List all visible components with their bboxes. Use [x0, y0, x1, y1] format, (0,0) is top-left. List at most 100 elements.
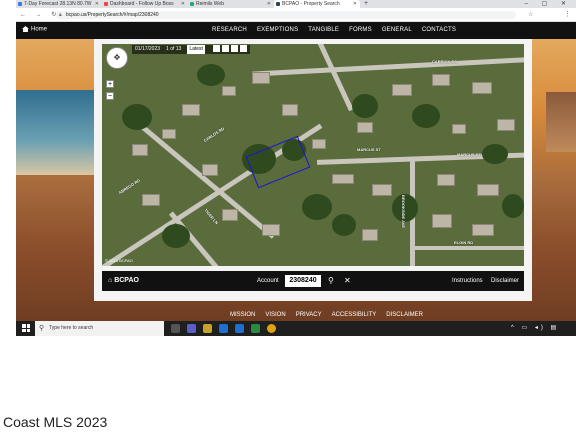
latest-dropdown[interactable]: Latest [187, 45, 205, 54]
tab-label: Dashboard - Follow Up Boss [110, 1, 174, 7]
disclaimer-link[interactable]: Disclaimer [491, 278, 519, 284]
close-tab-icon[interactable]: ✕ [267, 0, 271, 8]
taskbar-search[interactable]: ⚲ Type here to search [35, 321, 164, 336]
windows-taskbar: ⚲ Type here to search ^ ▭ ◂) ▤ [16, 321, 576, 336]
taskbar-search-placeholder: Type here to search [49, 325, 94, 331]
tree [302, 194, 332, 220]
menu-exemptions[interactable]: EXEMPTIONS [257, 27, 298, 33]
edge-icon[interactable] [235, 324, 244, 333]
zoom-in-button[interactable]: + [106, 80, 114, 88]
layers-icon[interactable] [212, 45, 220, 53]
url-field[interactable]: 🔒︎ bcpao.us/PropertySearch/#/map/2308240 [56, 11, 516, 19]
tree [332, 214, 356, 236]
house [392, 84, 412, 96]
bookmark-star-icon[interactable]: ☆ [528, 11, 533, 18]
house [477, 184, 499, 196]
menu-contacts[interactable]: CONTACTS [422, 27, 456, 33]
house [222, 209, 238, 221]
close-tab-icon[interactable]: ✕ [353, 0, 357, 8]
pan-compass-icon[interactable]: ✥ [106, 47, 128, 69]
house [432, 214, 452, 228]
tab-label: BCPAO - Property Search [282, 1, 340, 7]
imagery-date: 01/17/2023 [135, 46, 161, 52]
aerial-map[interactable]: CARRICK RD MARCUS ST MARCUS ST CARLOS RD… [102, 44, 524, 266]
menu-general[interactable]: GENERAL [382, 27, 412, 33]
home-small-icon: ⌂ [108, 277, 113, 284]
bcpao-page: Home RESEARCH EXEMPTIONS TANGIBLE FORMS … [16, 22, 576, 321]
search-icon: ⚲ [39, 325, 45, 332]
bcpao-favicon-icon [276, 2, 280, 6]
house [132, 144, 148, 156]
tree [502, 194, 524, 218]
browser-tab-active[interactable]: BCPAO - Property Search ✕ [274, 0, 360, 8]
search-icon[interactable]: ⚲ [328, 276, 334, 286]
road-label-brookside: BROOKSIDE AVE [401, 194, 407, 229]
road-elgin [412, 246, 524, 250]
house [262, 224, 280, 236]
road-carrick [252, 56, 524, 77]
chrome-icon[interactable] [267, 324, 276, 333]
imagery-page-indicator[interactable]: 1 of 13 [166, 45, 181, 54]
watermark: Coast MLS 2023 [3, 414, 108, 430]
file-explorer-icon[interactable] [203, 324, 212, 333]
footer-vision[interactable]: VISION [265, 312, 285, 318]
mail-icon[interactable] [219, 324, 228, 333]
house [282, 104, 298, 116]
zoom-out-button[interactable]: − [106, 92, 114, 100]
map-credit: © 2023 BCPAO [105, 258, 133, 263]
home-link[interactable]: Home [22, 26, 47, 33]
background-beach-image [546, 92, 576, 152]
footer-links: MISSION VISION PRIVACY ACCESSIBILITY DIS… [230, 312, 423, 318]
house [372, 184, 392, 196]
close-tab-icon[interactable]: ✕ [95, 0, 99, 8]
tree [412, 104, 440, 128]
tree [162, 224, 190, 248]
account-label: Account [257, 278, 279, 284]
menu-research[interactable]: RESEARCH [212, 27, 247, 33]
account-input[interactable]: 2308240 [285, 275, 321, 287]
house [312, 139, 326, 149]
house [222, 86, 236, 96]
close-icon[interactable]: ✕ [344, 276, 351, 286]
browser-tab[interactable]: Reimils Web ✕ [188, 0, 274, 8]
bcpao-logo: ⌂ BCPAO [108, 277, 139, 284]
tree [197, 64, 225, 86]
browser-tab[interactable]: 7-Day Forecast 28.13N 80.7W ✕ [16, 0, 102, 8]
teams-icon[interactable] [187, 324, 196, 333]
browser-menu-icon[interactable]: ⋮ [564, 10, 571, 18]
house [182, 104, 200, 116]
road-label-elgin: ELGIN RD [454, 240, 474, 245]
system-tray[interactable]: ^ ▭ ◂) ▤ [511, 324, 559, 331]
new-tab-button[interactable]: + [360, 0, 368, 8]
road-label-abrego: ABREGO RD [117, 177, 141, 196]
imagery-date-control: 01/17/2023 1 of 13 Latest [132, 45, 250, 54]
close-tab-icon[interactable]: ✕ [181, 0, 185, 8]
menu-forms[interactable]: FORMS [349, 27, 372, 33]
house [472, 82, 492, 94]
house [452, 124, 466, 134]
url-text: bcpao.us/PropertySearch/#/map/2308240 [66, 12, 159, 18]
road-connector [315, 44, 354, 112]
footer-disclaimer[interactable]: DISCLAIMER [386, 312, 423, 318]
fub-favicon-icon [104, 2, 108, 6]
house [162, 129, 176, 139]
windows-start-icon[interactable] [22, 324, 30, 332]
instructions-link[interactable]: Instructions [452, 278, 483, 284]
house [432, 74, 450, 86]
print-icon[interactable] [230, 45, 238, 53]
house [332, 174, 354, 184]
measure-icon[interactable] [221, 45, 229, 53]
browser-tab[interactable]: Dashboard - Follow Up Boss ✕ [102, 0, 188, 8]
house [202, 164, 218, 176]
footer-accessibility[interactable]: ACCESSIBILITY [332, 312, 377, 318]
share-icon[interactable] [239, 45, 247, 53]
navigation-buttons[interactable]: ← → ↻ [20, 11, 60, 18]
footer-privacy[interactable]: PRIVACY [296, 312, 322, 318]
outlook-icon[interactable] [251, 324, 260, 333]
menu-tangible[interactable]: TANGIBLE [308, 27, 339, 33]
window-controls[interactable]: – ▢ ✕ [525, 0, 572, 8]
task-view-icon[interactable] [171, 324, 180, 333]
home-label: Home [31, 26, 48, 33]
map-tool-buttons [211, 45, 247, 54]
footer-mission[interactable]: MISSION [230, 312, 255, 318]
